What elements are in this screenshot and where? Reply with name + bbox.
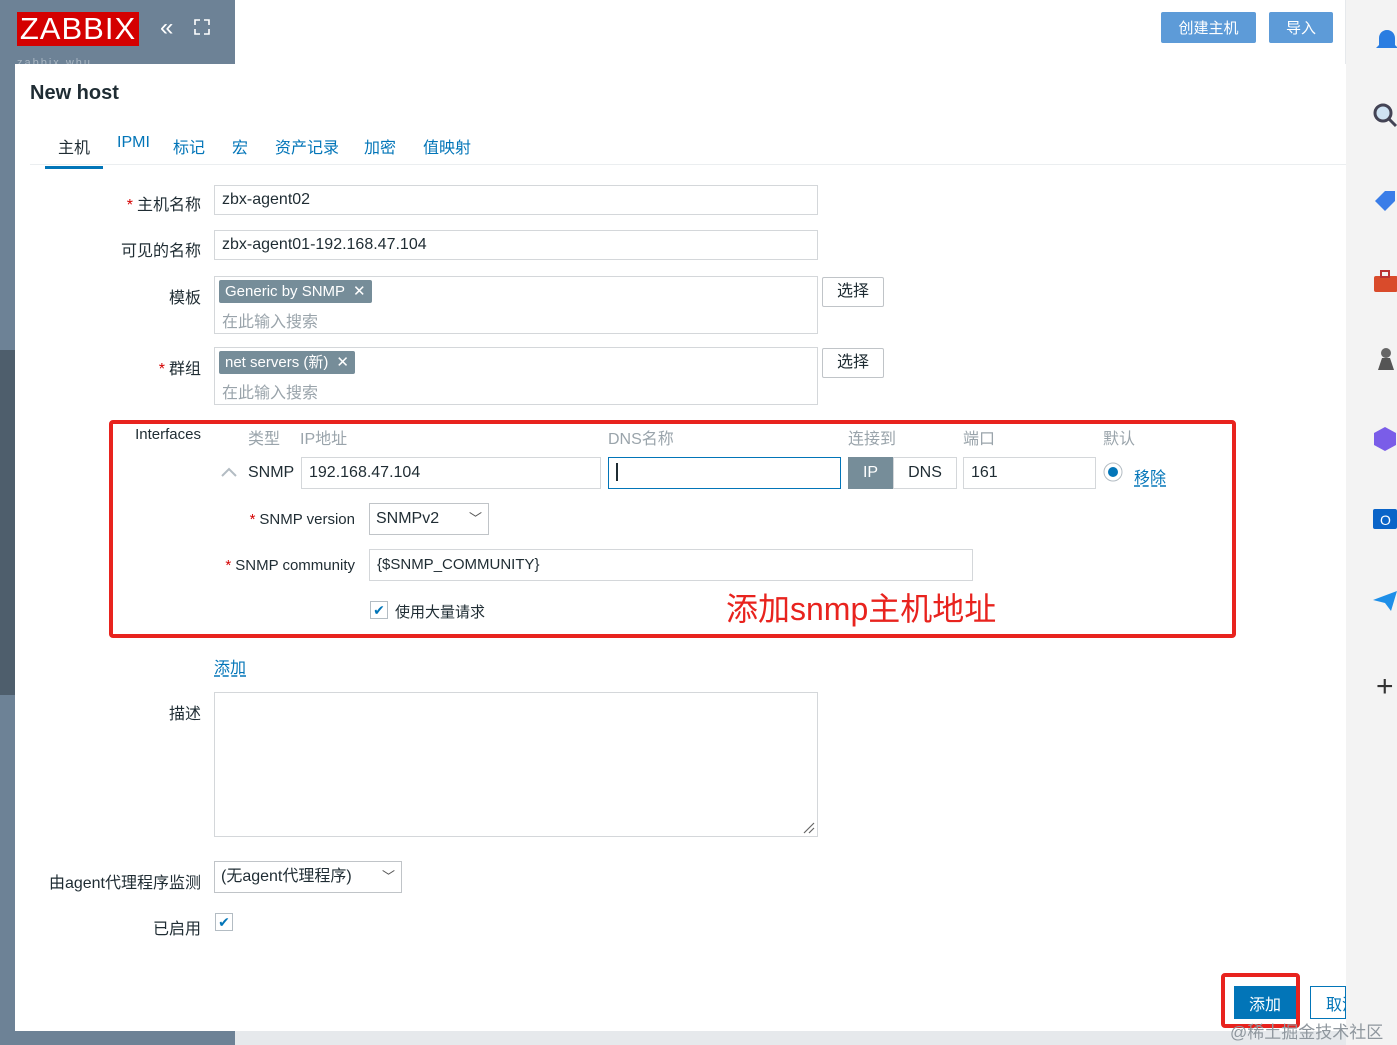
- svg-text:O: O: [1380, 512, 1391, 528]
- groups-search-placeholder[interactable]: 在此输入搜索: [222, 379, 318, 403]
- tab-inventory[interactable]: 资产记录: [275, 134, 339, 166]
- proxy-label: 由agent代理程序监测: [48, 875, 201, 892]
- groups-label: * 群组: [158, 361, 201, 378]
- kiosk-mode-icon[interactable]: [193, 18, 211, 40]
- sidebar-scroll-track: [0, 350, 16, 695]
- template-chip[interactable]: Generic by SNMP ✕: [219, 280, 372, 303]
- enabled-checkbox[interactable]: ✔: [215, 913, 233, 931]
- collapse-sidebar-icon[interactable]: «: [160, 16, 173, 40]
- header-bar: 创建主机 导入: [235, 0, 1345, 64]
- description-textarea[interactable]: [214, 692, 818, 837]
- tab-value-mapping[interactable]: 值映射: [423, 134, 471, 166]
- annotation-box-interfaces: [109, 420, 1236, 638]
- groups-select-button[interactable]: 选择: [822, 348, 885, 378]
- toolbox-icon[interactable]: [1372, 268, 1397, 294]
- outlook-icon[interactable]: O: [1372, 506, 1397, 532]
- visible-name-input[interactable]: zbx-agent01-192.168.47.104: [214, 230, 818, 260]
- remove-chip-icon[interactable]: ✕: [353, 283, 366, 300]
- templates-multiselect[interactable]: Generic by SNMP ✕ 在此输入搜索: [214, 276, 818, 334]
- templates-select-button[interactable]: 选择: [822, 277, 885, 307]
- tab-macros[interactable]: 宏: [232, 134, 248, 166]
- annotation-text: 添加snmp主机地址: [726, 591, 997, 627]
- search-icon[interactable]: [1372, 102, 1397, 128]
- proxy-select[interactable]: (无agent代理程序) ﹀: [214, 861, 402, 893]
- dialog-title: New host: [30, 82, 119, 104]
- watermark: @稀土掘金技术社区: [1230, 1023, 1384, 1042]
- create-host-button[interactable]: 创建主机: [1161, 12, 1256, 43]
- tab-tags[interactable]: 标记: [173, 134, 205, 166]
- remove-chip-icon[interactable]: ✕: [336, 354, 349, 371]
- browser-side-bar: O +: [1346, 0, 1397, 1045]
- send-icon[interactable]: [1372, 588, 1397, 614]
- bell-icon[interactable]: [1374, 28, 1397, 54]
- tab-host[interactable]: 主机: [45, 134, 104, 169]
- tab-encryption[interactable]: 加密: [364, 134, 396, 166]
- chevron-down-icon: ﹀: [381, 869, 395, 884]
- tab-ipmi[interactable]: IPMI: [117, 134, 150, 160]
- description-label: 描述: [168, 706, 201, 723]
- chess-piece-icon[interactable]: [1372, 346, 1397, 372]
- visible-name-label: 可见的名称: [120, 243, 201, 260]
- templates-search-placeholder[interactable]: 在此输入搜索: [222, 308, 318, 332]
- host-name-input[interactable]: zbx-agent02: [214, 185, 818, 215]
- enabled-label: 已启用: [152, 921, 201, 938]
- group-chip[interactable]: net servers (新) ✕: [219, 351, 355, 374]
- import-button[interactable]: 导入: [1269, 12, 1333, 43]
- tab-bar: 主机 IPMI 标记 宏 资产记录 加密 值映射: [30, 132, 1346, 169]
- resize-handle-icon[interactable]: [801, 820, 815, 834]
- host-name-label: * 主机名称: [126, 197, 201, 214]
- add-interface-link[interactable]: 添加: [214, 654, 246, 678]
- add-icon[interactable]: +: [1376, 672, 1394, 702]
- copilot-icon[interactable]: [1372, 426, 1397, 452]
- groups-multiselect[interactable]: net servers (新) ✕ 在此输入搜索: [214, 347, 818, 405]
- cancel-button[interactable]: 取消: [1310, 986, 1346, 1019]
- tag-icon[interactable]: [1372, 188, 1397, 214]
- zabbix-logo[interactable]: ZABBIX: [17, 12, 139, 46]
- templates-label: 模板: [168, 290, 201, 307]
